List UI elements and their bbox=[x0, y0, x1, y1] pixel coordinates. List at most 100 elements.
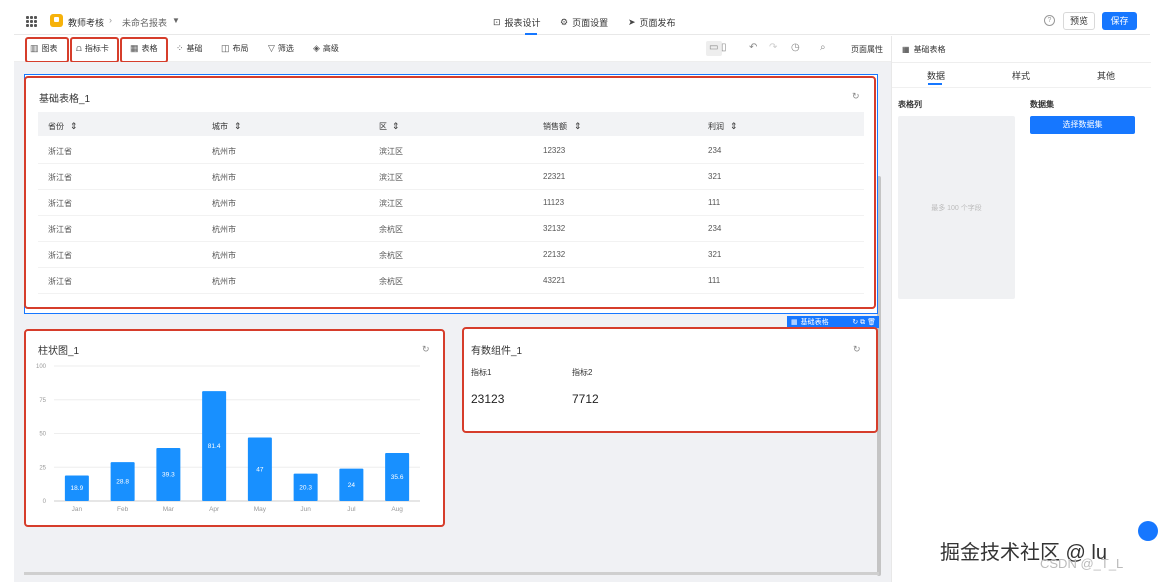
x-tick-label: Jun bbox=[300, 506, 311, 513]
bar-value-label: 39.3 bbox=[162, 471, 175, 478]
search-icon[interactable]: ⌕ bbox=[820, 42, 826, 53]
tool-filter[interactable]: ▽ 筛选 bbox=[268, 43, 294, 54]
bar-value-label: 35.6 bbox=[391, 474, 404, 481]
y-tick-label: 25 bbox=[39, 465, 46, 471]
basic-icon: ⁘ bbox=[176, 43, 184, 53]
page-properties-button[interactable]: 页面属性 bbox=[851, 44, 883, 55]
divider bbox=[892, 62, 1151, 63]
metric-label: 指标2 bbox=[572, 368, 593, 377]
table-header bbox=[38, 112, 864, 136]
table-cell: 12323 bbox=[543, 146, 566, 155]
highlight-frame bbox=[25, 37, 69, 63]
advanced-icon: ◈ bbox=[313, 43, 320, 53]
bar-value-label: 28.8 bbox=[116, 479, 129, 486]
table-header-cell[interactable]: 销售额 bbox=[543, 121, 567, 132]
component-actions-icon[interactable]: ↻ ⧉ 🗑 bbox=[852, 318, 879, 327]
x-tick-label: Jul bbox=[347, 506, 356, 513]
history-icon[interactable]: ◷ bbox=[791, 42, 800, 53]
tool-label: 基础 bbox=[186, 44, 203, 53]
apps-grid-icon[interactable] bbox=[26, 16, 37, 27]
y-tick-label: 75 bbox=[39, 398, 46, 404]
table-columns-label: 表格列 bbox=[898, 100, 922, 109]
save-button[interactable]: 保存 bbox=[1102, 12, 1137, 30]
bar-chart: 0 25 50 75 100 18.9 Jan 28.8 Feb 39.3 Mar 81.4 Apr 47… bbox=[36, 364, 420, 513]
sort-icon[interactable]: ⇕ bbox=[70, 121, 78, 132]
tool-layout[interactable]: ◫ 布局 bbox=[221, 43, 249, 54]
app-logo bbox=[50, 14, 63, 27]
preview-button[interactable]: 预览 bbox=[1063, 12, 1095, 30]
sort-icon[interactable]: ⇕ bbox=[234, 121, 242, 132]
report-name[interactable]: 未命名报表 bbox=[122, 16, 167, 29]
table-cell: 234 bbox=[708, 146, 722, 155]
table-cell: 321 bbox=[708, 250, 722, 259]
highlight-frame bbox=[462, 327, 878, 433]
refresh-icon[interactable]: ↻ bbox=[422, 344, 430, 355]
table-card-title: 基础表格_1 bbox=[39, 94, 91, 105]
bar-chart-title: 柱状图_1 bbox=[38, 346, 80, 357]
table-header-cell[interactable]: 区 bbox=[379, 121, 387, 132]
active-tab-indicator bbox=[928, 83, 942, 85]
sort-icon[interactable]: ⇕ bbox=[574, 121, 582, 132]
table-cell: 杭州市 bbox=[212, 147, 236, 156]
tab-report-design[interactable]: ⊡ 报表设计 bbox=[493, 16, 541, 29]
floating-help-button[interactable] bbox=[1138, 521, 1158, 541]
table-header-cell[interactable]: 省份 bbox=[48, 121, 64, 132]
layout-icon: ◫ bbox=[221, 43, 230, 53]
tab-page-publish[interactable]: ➤ 页面发布 bbox=[628, 16, 676, 29]
bar-value-label: 18.9 bbox=[71, 485, 84, 492]
mobile-icon[interactable]: ▯ bbox=[721, 42, 727, 53]
redo-icon[interactable]: ↷ bbox=[769, 42, 777, 53]
tool-basic[interactable]: ⁘ 基础 bbox=[176, 43, 203, 54]
table-cell: 111 bbox=[708, 198, 721, 207]
desktop-icon[interactable]: ▭ bbox=[709, 42, 718, 53]
y-tick-label: 50 bbox=[39, 432, 46, 438]
table-cell: 234 bbox=[708, 224, 722, 233]
sort-icon[interactable]: ⇕ bbox=[730, 121, 738, 132]
table-cell: 浙江省 bbox=[48, 147, 72, 156]
table-cell: 杭州市 bbox=[212, 199, 236, 208]
highlight-frame bbox=[70, 37, 119, 63]
filter-icon: ▽ bbox=[268, 43, 275, 53]
canvas-bottom-edge bbox=[24, 572, 879, 575]
table-cell: 22132 bbox=[543, 250, 566, 259]
metric-card-title: 有数组件_1 bbox=[471, 346, 523, 357]
undo-icon[interactable]: ↶ bbox=[749, 42, 757, 53]
send-icon: ➤ bbox=[628, 17, 636, 27]
table-row bbox=[38, 293, 864, 294]
table-cell: 杭州市 bbox=[212, 277, 236, 286]
table-header-cell[interactable]: 利润 bbox=[708, 121, 724, 132]
bar-value-label: 24 bbox=[348, 482, 356, 489]
table-cell: 余杭区 bbox=[379, 251, 403, 260]
table-cell: 浙江省 bbox=[48, 277, 72, 286]
table-cell: 杭州市 bbox=[212, 173, 236, 182]
bar-value-label: 20.3 bbox=[299, 484, 312, 491]
table-cell: 杭州市 bbox=[212, 225, 236, 234]
app-name[interactable]: 教师考核 bbox=[68, 16, 104, 29]
tab-style[interactable]: 样式 bbox=[1012, 69, 1030, 82]
table-row bbox=[38, 189, 864, 190]
refresh-icon[interactable]: ↻ bbox=[853, 344, 861, 355]
caret-down-icon[interactable]: ▼ bbox=[172, 16, 180, 25]
table-cell: 杭州市 bbox=[212, 251, 236, 260]
tab-page-settings[interactable]: ⚙ 页面设置 bbox=[560, 16, 608, 29]
metric-value: 7712 bbox=[572, 392, 599, 406]
table-cell: 32132 bbox=[543, 224, 566, 233]
gear-icon: ⚙ bbox=[560, 17, 569, 27]
tab-other[interactable]: 其他 bbox=[1097, 69, 1115, 82]
refresh-icon[interactable]: ↻ bbox=[852, 91, 860, 102]
bar-value-label: 81.4 bbox=[208, 443, 221, 450]
chevron-right-icon: › bbox=[109, 15, 112, 25]
tool-advanced[interactable]: ◈ 高级 bbox=[313, 43, 339, 54]
tab-label: 报表设计 bbox=[504, 18, 541, 28]
table-row bbox=[38, 267, 864, 268]
sort-icon[interactable]: ⇕ bbox=[392, 121, 400, 132]
x-tick-label: Aug bbox=[391, 506, 403, 513]
x-tick-label: Mar bbox=[163, 506, 175, 513]
select-dataset-button[interactable]: 选择数据集 bbox=[1030, 116, 1135, 134]
tab-data[interactable]: 数据 bbox=[927, 69, 945, 82]
table-cell: 浙江省 bbox=[48, 199, 72, 208]
table-cell: 余杭区 bbox=[379, 277, 403, 286]
table-header-cell[interactable]: 城市 bbox=[212, 121, 228, 132]
help-icon[interactable]: ? bbox=[1044, 15, 1055, 26]
properties-panel: ▦ 基础表格 数据 样式 其他 表格列 数据集 最多 100 个字段 选择数据集 bbox=[891, 36, 1151, 582]
